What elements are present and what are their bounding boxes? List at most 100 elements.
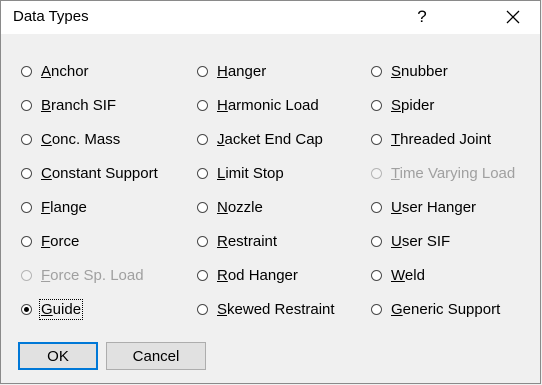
label-rest: kewed Restraint — [227, 300, 335, 318]
radio-option-weld[interactable]: Weld — [371, 264, 425, 286]
radio-option-restraint[interactable]: Restraint — [197, 230, 277, 252]
label-rest: onstant Support — [51, 164, 158, 182]
radio-icon[interactable] — [197, 99, 208, 111]
radio-option-anchor[interactable]: Anchor — [21, 60, 89, 82]
label-rest: acket End Cap — [224, 130, 323, 148]
mnemonic-letter: U — [391, 232, 402, 250]
radio-option-force[interactable]: Force — [21, 230, 79, 252]
cancel-button[interactable]: Cancel — [106, 342, 206, 370]
radio-icon[interactable] — [371, 99, 382, 111]
radio-icon[interactable] — [197, 269, 208, 281]
label-rest: orce Sp. Load — [50, 266, 144, 284]
mnemonic-letter: F — [41, 232, 51, 250]
label-rest: pider — [401, 96, 435, 114]
radio-icon[interactable] — [21, 65, 32, 77]
radio-icon[interactable] — [21, 133, 32, 145]
radio-option-label: Flange — [41, 199, 87, 216]
radio-icon[interactable] — [21, 99, 32, 111]
close-button[interactable] — [485, 1, 541, 33]
radio-option-limit-stop[interactable]: Limit Stop — [197, 162, 284, 184]
radio-option-harmonic-load[interactable]: Harmonic Load — [197, 94, 319, 116]
radio-option-label: Constant Support — [41, 165, 158, 182]
radio-option-user-sif[interactable]: User SIF — [371, 230, 450, 252]
mnemonic-letter: H — [217, 96, 228, 114]
radio-icon[interactable] — [371, 269, 382, 281]
label-rest: imit Stop — [225, 164, 284, 182]
radio-option-hanger[interactable]: Hanger — [197, 60, 266, 82]
radio-option-flange[interactable]: Flange — [21, 196, 87, 218]
radio-icon — [371, 167, 382, 179]
radio-icon[interactable] — [371, 133, 382, 145]
radio-option-label: Spider — [391, 97, 434, 114]
label-rest: ser Hanger — [401, 198, 477, 216]
label-rest: lange — [50, 198, 87, 216]
label-rest: nchor — [51, 62, 89, 80]
radio-option-label: Time Varying Load — [391, 165, 515, 182]
radio-option-label: Harmonic Load — [217, 97, 319, 114]
mnemonic-letter: S — [391, 62, 402, 80]
close-icon — [506, 10, 520, 24]
radio-selected-icon[interactable] — [21, 303, 32, 315]
radio-option-generic-support[interactable]: Generic Support — [371, 298, 500, 320]
mnemonic-letter: C — [41, 164, 52, 182]
radio-option-skewed-restraint[interactable]: Skewed Restraint — [197, 298, 335, 320]
radio-icon[interactable] — [197, 235, 208, 247]
label-rest: armonic Load — [227, 96, 319, 114]
radio-icon[interactable] — [197, 167, 208, 179]
mnemonic-letter: A — [41, 62, 52, 80]
radio-icon[interactable] — [197, 65, 208, 77]
label-rest: uide — [52, 300, 82, 318]
label-rest: hreaded Joint — [400, 130, 492, 148]
radio-option-label: Guide — [38, 298, 84, 320]
radio-option-label: Snubber — [391, 63, 448, 80]
radio-icon[interactable] — [21, 167, 32, 179]
radio-icon[interactable] — [371, 201, 382, 213]
label-rest: ranch SIF — [51, 96, 117, 114]
radio-option-nozzle[interactable]: Nozzle — [197, 196, 263, 218]
radio-option-label: Jacket End Cap — [217, 131, 323, 148]
mnemonic-letter: B — [41, 96, 52, 114]
radio-option-label: Skewed Restraint — [217, 301, 335, 318]
radio-icon — [21, 269, 32, 281]
radio-option-label: Conc. Mass — [41, 131, 120, 148]
radio-option-snubber[interactable]: Snubber — [371, 60, 448, 82]
mnemonic-letter: J — [217, 130, 225, 148]
radio-icon[interactable] — [197, 201, 208, 213]
radio-option-conc-mass[interactable]: Conc. Mass — [21, 128, 120, 150]
radio-option-jacket-end-cap[interactable]: Jacket End Cap — [197, 128, 323, 150]
radio-option-label: Generic Support — [391, 301, 500, 318]
mnemonic-letter: S — [217, 300, 228, 318]
radio-option-label: User SIF — [391, 233, 450, 250]
mnemonic-letter: T — [391, 164, 400, 182]
radio-option-branch-sif[interactable]: Branch SIF — [21, 94, 116, 116]
mnemonic-letter: S — [391, 96, 402, 114]
label-rest: nubber — [401, 62, 448, 80]
radio-icon[interactable] — [371, 235, 382, 247]
mnemonic-letter: U — [391, 198, 402, 216]
help-button[interactable]: ? — [409, 4, 435, 30]
radio-icon[interactable] — [21, 201, 32, 213]
radio-option-guide[interactable]: Guide — [21, 298, 84, 320]
radio-option-user-hanger[interactable]: User Hanger — [371, 196, 476, 218]
mnemonic-letter: T — [391, 130, 401, 148]
radio-icon[interactable] — [197, 303, 208, 315]
mnemonic-letter: R — [217, 266, 228, 284]
radio-option-label: Limit Stop — [217, 165, 284, 182]
dialog-title: Data Types — [13, 8, 89, 25]
data-types-dialog: Data Types ? Anchor Branch SIF Conc. Mass C… — [0, 0, 541, 384]
radio-option-spider[interactable]: Spider — [371, 94, 434, 116]
radio-icon[interactable] — [21, 235, 32, 247]
label-rest: orce — [50, 232, 80, 250]
radio-option-threaded-joint[interactable]: Threaded Joint — [371, 128, 491, 150]
radio-option-label: Threaded Joint — [391, 131, 491, 148]
ok-button[interactable]: OK — [18, 342, 98, 370]
radio-icon[interactable] — [371, 65, 382, 77]
radio-option-label: Nozzle — [217, 199, 263, 216]
radio-icon[interactable] — [371, 303, 382, 315]
radio-option-label: Force — [41, 233, 79, 250]
mnemonic-letter: G — [41, 300, 53, 318]
mnemonic-letter: H — [217, 62, 228, 80]
radio-icon[interactable] — [197, 133, 208, 145]
radio-option-rod-hanger[interactable]: Rod Hanger — [197, 264, 298, 286]
radio-option-constant-support[interactable]: Constant Support — [21, 162, 158, 184]
